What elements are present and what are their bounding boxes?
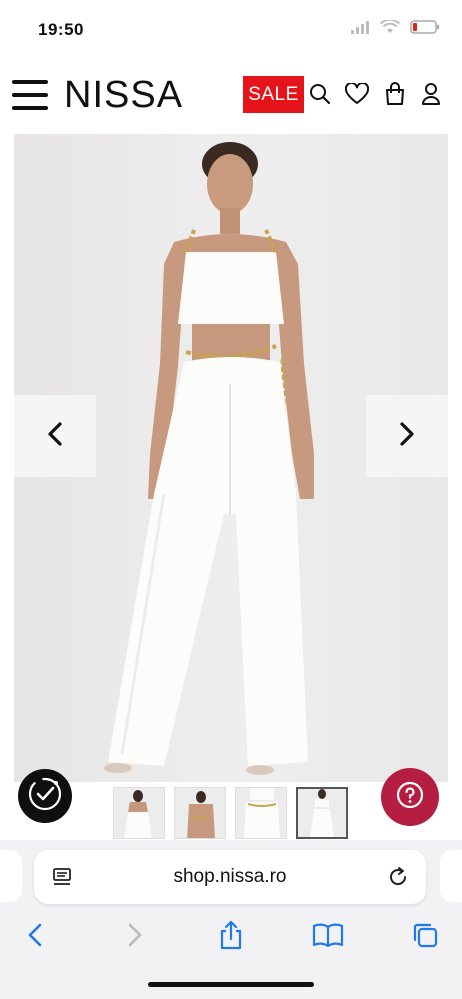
address-bar[interactable]: shop.nissa.ro bbox=[34, 850, 426, 904]
home-indicator[interactable] bbox=[148, 982, 314, 987]
site-header: NISSA SALE bbox=[0, 68, 462, 126]
sale-button[interactable]: SALE bbox=[243, 76, 304, 113]
browser-chrome: shop.nissa.ro bbox=[0, 840, 462, 999]
battery-icon bbox=[410, 20, 440, 39]
thumbnail-1[interactable] bbox=[113, 787, 165, 839]
product-gallery[interactable] bbox=[14, 134, 448, 782]
share-icon[interactable] bbox=[214, 918, 248, 952]
gallery-prev-button[interactable] bbox=[14, 395, 96, 477]
help-icon bbox=[396, 781, 424, 814]
trust-badge-button[interactable] bbox=[18, 769, 72, 823]
signal-icon bbox=[350, 20, 370, 39]
chevron-left-icon bbox=[46, 421, 64, 452]
previous-tab-peek[interactable] bbox=[0, 850, 22, 902]
search-icon[interactable] bbox=[307, 80, 333, 108]
tabs-icon[interactable] bbox=[408, 918, 442, 952]
back-icon[interactable] bbox=[18, 918, 52, 952]
next-tab-peek[interactable] bbox=[440, 850, 462, 902]
gallery-next-button[interactable] bbox=[366, 395, 448, 477]
bag-icon[interactable] bbox=[382, 80, 408, 108]
status-time: 19:50 bbox=[38, 20, 84, 39]
user-icon[interactable] bbox=[418, 80, 444, 108]
forward-icon[interactable] bbox=[118, 918, 152, 952]
url-text: shop.nissa.ro bbox=[173, 866, 287, 887]
reload-icon[interactable] bbox=[386, 865, 410, 894]
wifi-icon bbox=[380, 18, 400, 39]
heart-icon[interactable] bbox=[344, 80, 370, 108]
trust-badge-icon bbox=[26, 775, 64, 818]
page: 19:50 NISSA SALE shop.nissa.ro bbox=[0, 0, 462, 999]
gallery-thumbnails bbox=[113, 787, 348, 839]
site-logo[interactable]: NISSA bbox=[64, 74, 183, 117]
browser-toolbar bbox=[0, 918, 462, 958]
thumbnail-4[interactable] bbox=[296, 787, 348, 839]
status-icons bbox=[350, 18, 440, 39]
thumbnail-2[interactable] bbox=[174, 787, 226, 839]
menu-icon[interactable] bbox=[12, 80, 48, 110]
status-bar: 19:50 bbox=[0, 0, 462, 60]
help-button[interactable] bbox=[381, 768, 439, 826]
bookmarks-icon[interactable] bbox=[311, 918, 345, 952]
chevron-right-icon bbox=[398, 421, 416, 452]
thumbnail-3[interactable] bbox=[235, 787, 287, 839]
